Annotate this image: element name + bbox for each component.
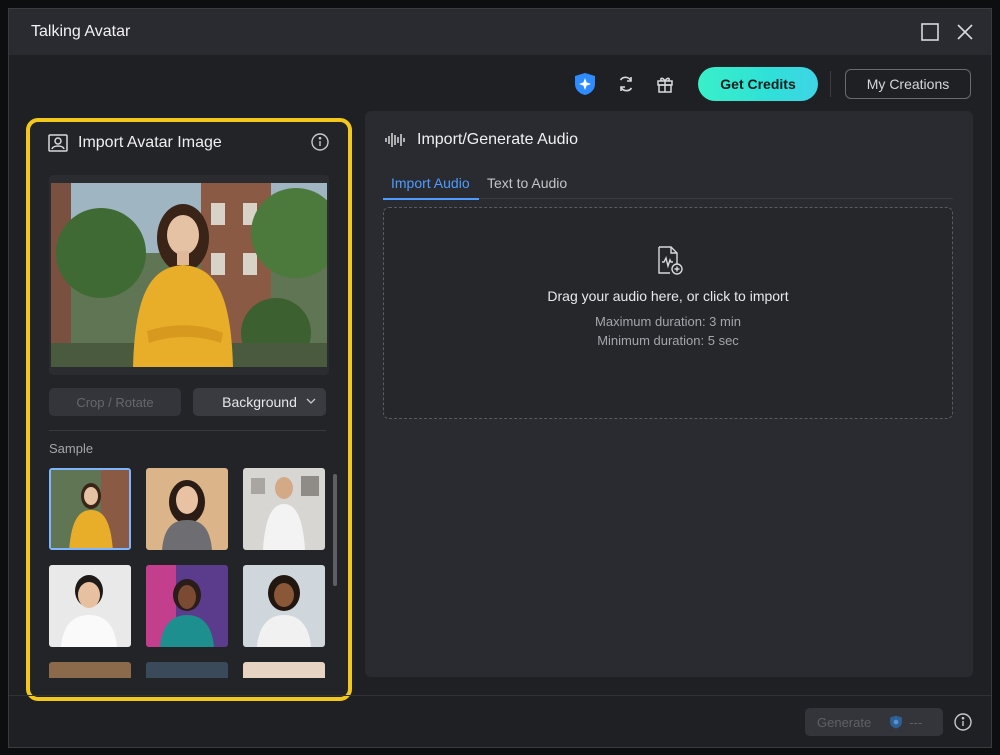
sample-avatar-1[interactable] [49, 468, 131, 550]
toolbar-divider [830, 71, 831, 97]
credit-icon [890, 715, 903, 729]
window-title: Talking Avatar [31, 23, 131, 40]
audio-header: Import/Generate Audio [385, 131, 578, 149]
credit-cost: --- [889, 715, 922, 730]
sample-avatar-6[interactable] [243, 565, 325, 647]
import-avatar-panel: Import Avatar Image Crop / Rotate Backgr… [26, 118, 352, 701]
sample-avatar-9[interactable] [243, 662, 325, 678]
get-credits-button[interactable]: Get Credits [698, 67, 818, 101]
title-bar: Talking Avatar [9, 9, 991, 55]
generate-button[interactable]: Generate --- [805, 708, 943, 736]
waveform-icon [385, 133, 405, 147]
avatar-preview-image [51, 183, 327, 367]
sample-avatar-4[interactable] [49, 565, 131, 647]
talking-avatar-window: Talking Avatar Get Credits My Creations [8, 8, 992, 748]
sample-avatar-7[interactable] [49, 662, 131, 678]
sample-avatar-8[interactable] [146, 662, 228, 678]
import-avatar-header: Import Avatar Image [48, 132, 222, 154]
background-label: Background [222, 394, 297, 410]
sample-scrollbar[interactable] [333, 474, 337, 586]
credit-cost-value: --- [909, 714, 923, 730]
generate-label: Generate [817, 714, 872, 730]
generate-info-icon[interactable] [953, 712, 973, 732]
refresh-icon[interactable] [613, 71, 639, 97]
maximize-icon[interactable] [919, 21, 941, 43]
audio-drop-zone[interactable]: Drag your audio here, or click to import… [383, 207, 953, 419]
crop-rotate-button[interactable]: Crop / Rotate [49, 388, 181, 416]
avatar-preview [49, 175, 329, 375]
chevron-down-icon [306, 398, 316, 404]
gift-icon[interactable] [652, 71, 678, 97]
max-duration: Maximum duration: 3 min [595, 314, 741, 329]
drop-instructions: Drag your audio here, or click to import [547, 288, 789, 304]
sample-grid [49, 468, 325, 678]
ai-badge-icon[interactable] [572, 71, 598, 97]
sample-avatar-2[interactable] [146, 468, 228, 550]
sample-label: Sample [49, 441, 94, 456]
audio-title: Import/Generate Audio [417, 131, 578, 148]
close-icon[interactable] [954, 21, 976, 43]
footer-divider [9, 695, 991, 696]
add-audio-file-icon [656, 246, 684, 276]
tab-import-audio[interactable]: Import Audio [391, 175, 470, 191]
panel-divider [49, 430, 326, 431]
sample-avatar-3[interactable] [243, 468, 325, 550]
avatar-image-icon [48, 134, 68, 152]
info-icon[interactable] [310, 132, 330, 152]
background-dropdown[interactable]: Background [193, 388, 326, 416]
sample-avatar-5[interactable] [146, 565, 228, 647]
import-avatar-title: Import Avatar Image [78, 134, 222, 151]
tab-text-to-audio[interactable]: Text to Audio [487, 175, 567, 191]
active-tab-indicator [383, 198, 479, 200]
min-duration: Minimum duration: 5 sec [597, 333, 739, 348]
audio-tabs: Import Audio Text to Audio [383, 171, 953, 200]
my-creations-button[interactable]: My Creations [845, 69, 971, 99]
audio-panel: Import/Generate Audio Import Audio Text … [365, 111, 973, 677]
